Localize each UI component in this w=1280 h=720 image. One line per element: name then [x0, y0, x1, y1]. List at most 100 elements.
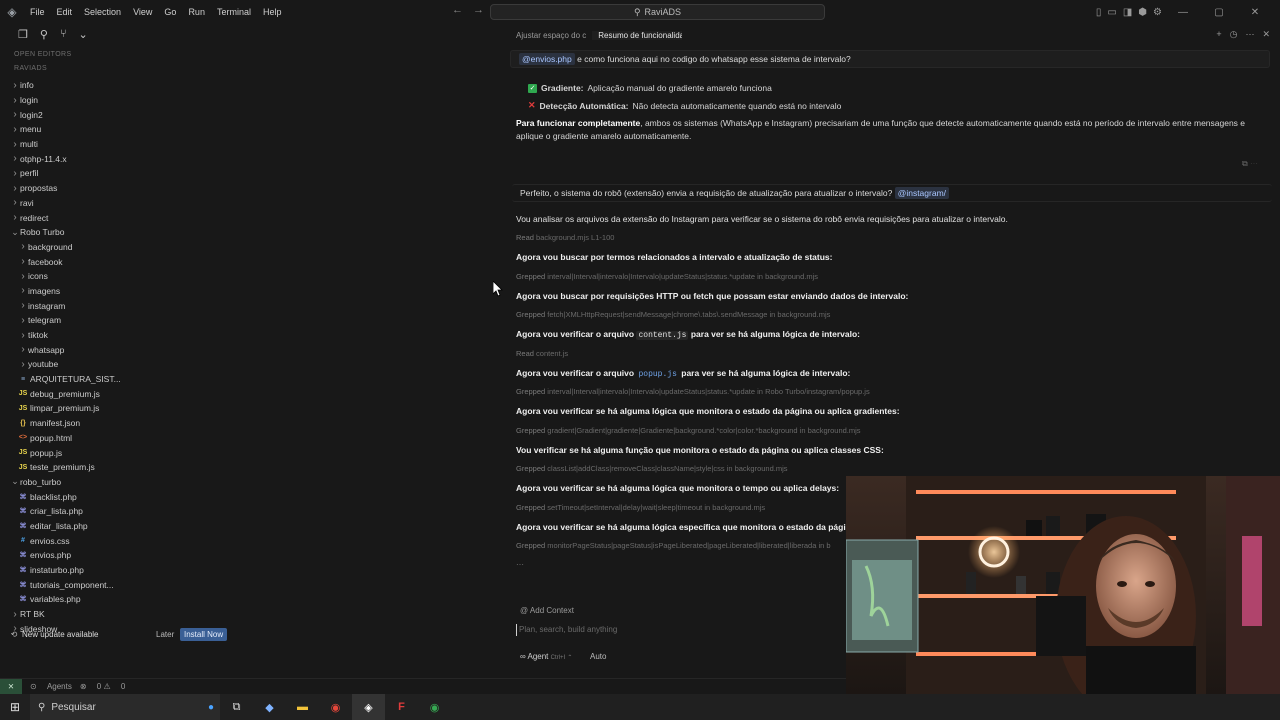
tree-item[interactable]: › instagram: [0, 298, 240, 313]
toggle-sidebar-icon[interactable]: ▯: [1096, 7, 1102, 18]
tree-item[interactable]: › info: [0, 78, 240, 93]
add-context-button[interactable]: @ Add Context: [520, 606, 574, 615]
taskbar-search[interactable]: ⚲ Pesquisar ●: [30, 694, 220, 720]
open-editors-header[interactable]: OPEN EDITORS: [0, 48, 240, 62]
tree-item[interactable]: ⌄ Robo Turbo: [0, 225, 240, 240]
chrome-profile-icon[interactable]: ◉: [418, 694, 451, 720]
chrome-icon[interactable]: ◉: [319, 694, 352, 720]
menu-run[interactable]: Run: [182, 0, 211, 24]
tree-item[interactable]: › login: [0, 93, 240, 108]
tree-item[interactable]: › whatsapp: [0, 342, 240, 357]
tree-item[interactable]: <> popup.html: [0, 431, 240, 446]
tab-resumo-funcionalidades[interactable]: Resumo de funcionalidades do sis: [592, 30, 683, 40]
remote-icon[interactable]: ⨯: [0, 678, 22, 695]
command-center[interactable]: ⚲ RaviADS: [490, 4, 825, 20]
later-button[interactable]: Later: [156, 630, 174, 639]
tree-item[interactable]: ⌘ blacklist.php: [0, 489, 240, 504]
tree-item[interactable]: › RT BK: [0, 607, 240, 622]
search-icon[interactable]: ⚲: [40, 28, 48, 41]
tree-item[interactable]: ⌘ envios.php: [0, 548, 240, 563]
tree-item[interactable]: › multi: [0, 137, 240, 152]
tree-item[interactable]: › imagens: [0, 284, 240, 299]
tree-item[interactable]: › propostas: [0, 181, 240, 196]
task-view-icon[interactable]: ⧉: [220, 694, 253, 720]
install-now-button[interactable]: Install Now: [180, 627, 228, 641]
close-chat-icon[interactable]: ✕: [1262, 29, 1270, 40]
menu-help[interactable]: Help: [257, 0, 288, 24]
tree-item[interactable]: › login2: [0, 107, 240, 122]
tree-item[interactable]: › perfil: [0, 166, 240, 181]
tree-item[interactable]: ⌄ robo_turbo: [0, 475, 240, 490]
tree-item[interactable]: ⌘ criar_lista.php: [0, 504, 240, 519]
menu-selection[interactable]: Selection: [78, 0, 127, 24]
tool-call[interactable]: Read background.mjs L1-100: [516, 233, 614, 242]
folder-mention[interactable]: @instagram/: [894, 187, 950, 199]
source-control-icon[interactable]: ⑂: [60, 28, 67, 40]
tree-item[interactable]: › tiktok: [0, 328, 240, 343]
tree-item[interactable]: ⌘ tutoriais_component...: [0, 577, 240, 592]
tool-call[interactable]: Grepped monitorPageStatus|pageStatus|isP…: [516, 541, 831, 550]
tree-item[interactable]: › background: [0, 240, 240, 255]
history-icon[interactable]: ◷: [1230, 29, 1238, 40]
menu-terminal[interactable]: Terminal: [211, 0, 257, 24]
tool-call[interactable]: Grepped interval|Interval|intervalo|Inte…: [516, 387, 870, 396]
tool-call[interactable]: Read content.js: [516, 349, 568, 358]
settings-gear-icon[interactable]: ⚙: [1153, 7, 1162, 18]
menu-go[interactable]: Go: [158, 0, 182, 24]
file-mention[interactable]: @envios.php: [519, 53, 575, 65]
tree-item[interactable]: JS debug_premium.js: [0, 386, 240, 401]
menu-view[interactable]: View: [127, 0, 158, 24]
tree-item[interactable]: › otphp-11.4.x: [0, 151, 240, 166]
tool-call[interactable]: Grepped setTimeout|setInterval|delay|wai…: [516, 503, 765, 512]
user-message[interactable]: Perfeito, o sistema do robô (extensão) e…: [512, 184, 1272, 202]
windows-start-icon[interactable]: ⊞: [0, 700, 30, 714]
tree-item[interactable]: ≡ ARQUITETURA_SIST...: [0, 372, 240, 387]
tree-item[interactable]: › telegram: [0, 313, 240, 328]
tool-call[interactable]: Grepped fetch|XMLHttpRequest|sendMessage…: [516, 310, 830, 319]
tree-item[interactable]: › ravi: [0, 196, 240, 211]
tree-item[interactable]: # envios.css: [0, 533, 240, 548]
tree-item[interactable]: › icons: [0, 269, 240, 284]
user-message[interactable]: @envios.php e como funciona aqui no codi…: [510, 50, 1270, 68]
chat-input[interactable]: Plan, search, build anything: [516, 624, 836, 636]
tree-item[interactable]: JS teste_premium.js: [0, 460, 240, 475]
menu-file[interactable]: File: [24, 0, 51, 24]
back-arrow-icon[interactable]: ←: [452, 4, 463, 16]
minimize-icon[interactable]: —: [1168, 7, 1198, 18]
tool-call[interactable]: Grepped interval|Interval|intervalo|Inte…: [516, 272, 818, 281]
more-icon[interactable]: ⋯: [1250, 159, 1258, 168]
problems-status[interactable]: ⊗ 0 ⚠ 0: [80, 682, 125, 691]
more-icon[interactable]: ⋯: [1245, 29, 1254, 40]
forward-arrow-icon[interactable]: →: [473, 4, 484, 16]
tool-call[interactable]: Grepped classList|addClass|removeClass|c…: [516, 464, 788, 473]
cursor-logo-icon[interactable]: ⬢: [1138, 7, 1147, 18]
filezilla-icon[interactable]: F: [385, 694, 418, 720]
toggle-panel-icon[interactable]: ▭: [1107, 7, 1116, 18]
tree-item[interactable]: › redirect: [0, 210, 240, 225]
tree-item[interactable]: › youtube: [0, 357, 240, 372]
tab-ajustar-espaco[interactable]: Ajustar espaço do c: [510, 31, 592, 40]
tree-item[interactable]: JS limpar_premium.js: [0, 401, 240, 416]
tool-call[interactable]: Grepped gradient|Gradient|gradiente|Grad…: [516, 426, 861, 435]
tree-item[interactable]: ⌘ instaturbo.php: [0, 563, 240, 578]
maximize-icon[interactable]: ▢: [1204, 7, 1234, 18]
tree-item[interactable]: ⌘ editar_lista.php: [0, 519, 240, 534]
cursor-app-icon[interactable]: ◈: [352, 694, 385, 720]
copilot-icon[interactable]: ◆: [253, 694, 286, 720]
menu-edit[interactable]: Edit: [51, 0, 79, 24]
tree-item[interactable]: › facebook: [0, 254, 240, 269]
tree-item[interactable]: ⌘ variables.php: [0, 592, 240, 607]
chevron-down-icon[interactable]: ⌄: [79, 28, 88, 41]
close-window-icon[interactable]: ✕: [1240, 7, 1270, 18]
tree-item[interactable]: JS popup.js: [0, 445, 240, 460]
files-icon[interactable]: ❐: [18, 28, 28, 41]
copy-icon[interactable]: ⧉: [1242, 159, 1248, 168]
file-explorer-icon[interactable]: ▬: [286, 694, 319, 720]
tree-item[interactable]: {} manifest.json: [0, 416, 240, 431]
new-chat-icon[interactable]: +: [1216, 29, 1221, 40]
agent-mode-selector[interactable]: ∞ Agent Ctrl+I ⌃: [520, 652, 572, 661]
agents-status[interactable]: ⊙ Agents: [30, 682, 72, 691]
toggle-chat-icon[interactable]: ◨: [1123, 7, 1132, 18]
tree-item[interactable]: › menu: [0, 122, 240, 137]
workspace-header[interactable]: RAVIADS: [0, 62, 240, 76]
